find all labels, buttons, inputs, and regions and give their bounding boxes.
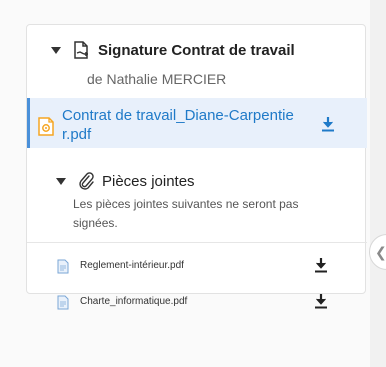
main-document-row[interactable]: Contrat de travail_Diane-Carpentier.pdf — [27, 98, 367, 148]
attachment-row[interactable]: Charte_informatique.pdf — [27, 291, 367, 317]
document-signature-icon — [74, 41, 88, 59]
attachment-row[interactable]: Reglement-intérieur.pdf — [27, 255, 367, 281]
caret-down-icon[interactable] — [56, 177, 66, 185]
file-icon — [57, 259, 69, 274]
main-document-name[interactable]: Contrat de travail_Diane-Carpentier.pdf — [62, 106, 294, 144]
envelope-header[interactable]: Signature Contrat de travail — [27, 35, 367, 65]
pdf-file-icon — [38, 117, 54, 136]
attachment-name[interactable]: Charte_informatique.pdf — [80, 296, 187, 307]
caret-down-icon[interactable] — [51, 46, 61, 54]
envelope-title: Signature Contrat de travail — [98, 41, 295, 59]
chevron-left-icon: ❮ — [375, 243, 386, 260]
download-icon[interactable] — [314, 293, 328, 309]
file-icon — [57, 295, 69, 310]
attachment-name[interactable]: Reglement-intérieur.pdf — [80, 260, 184, 271]
panel-edge — [370, 0, 386, 367]
download-icon[interactable] — [321, 116, 335, 132]
attachments-title: Pièces jointes — [102, 172, 195, 190]
download-icon[interactable] — [314, 257, 328, 273]
envelope-sender: de Nathalie MERCIER — [87, 71, 227, 87]
paperclip-icon — [79, 172, 94, 190]
attachments-header[interactable]: Pièces jointes — [27, 170, 367, 192]
attachments-note: Les pièces jointes suivantes ne seront p… — [73, 197, 299, 230]
divider — [27, 242, 367, 243]
envelope-card: Signature Contrat de travail de Nathalie… — [26, 24, 367, 310]
